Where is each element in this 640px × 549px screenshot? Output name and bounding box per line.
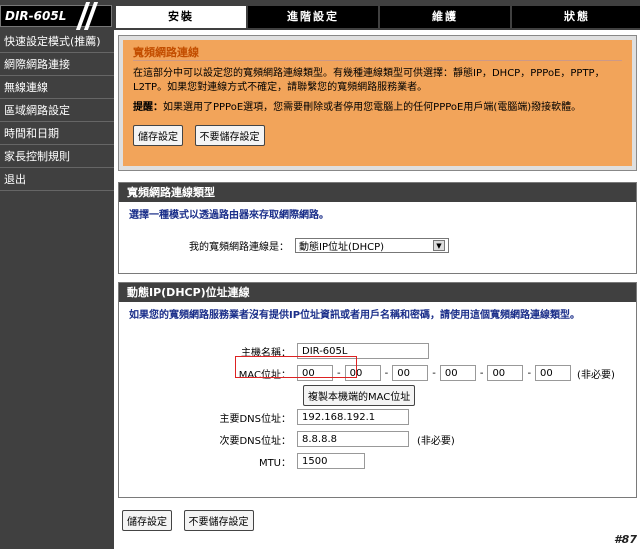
intro-text: 在這部分中可以設定您的寬頻網路連線類型。有幾種連線類型可供選擇：靜態IP，DHC…: [133, 68, 605, 93]
clone-mac-row: 複製本機端的MAC位址: [119, 384, 636, 406]
dont-save-button[interactable]: 不要儲存設定: [194, 125, 265, 146]
dns2-row: 次要DNS位址： 8.8.8.8 (非必要): [119, 428, 636, 450]
mac-octet-3[interactable]: 00: [392, 365, 429, 381]
mac-octet-4[interactable]: 00: [439, 365, 476, 381]
sidebar-item-wireless[interactable]: 無線連線: [0, 76, 114, 99]
tab-advanced[interactable]: 進階設定: [248, 6, 378, 28]
connection-type-title: 寬頻網路連線類型: [119, 183, 636, 202]
mtu-row: MTU： 1500: [119, 450, 636, 472]
intro-buttons: 儲存設定 不要儲存設定: [133, 125, 622, 146]
hostname-row: 主機名稱： DIR-605L: [119, 340, 636, 362]
dns2-label: 次要DNS位址：: [219, 435, 291, 447]
sidebar-item-logout[interactable]: 退出: [0, 168, 114, 191]
dns2-optional-note: (非必要): [417, 435, 455, 447]
sidebar-item-lan[interactable]: 區域網路設定: [0, 99, 114, 122]
router-logo: DIR-605L: [0, 2, 112, 30]
watermark-badge: #87: [614, 533, 637, 546]
intro-panel: 寬頻網路連線 在這部分中可以設定您的寬頻網路連線類型。有幾種連線類型可供選擇：靜…: [118, 35, 637, 171]
dhcp-desc: 如果您的寬頻網路服務業者沒有提供IP位址資訊或者用戶名稱和密碼，請使用這個寬頻網…: [129, 310, 581, 321]
bottom-buttons: 儲存設定 不要儲存設定: [118, 510, 637, 531]
dns1-row: 主要DNS位址： 192.168.192.1: [119, 406, 636, 428]
dns1-label: 主要DNS位址：: [219, 413, 291, 425]
intro-title: 寬頻網路連線: [133, 44, 622, 61]
secondary-dns-input[interactable]: 8.8.8.8: [297, 431, 409, 447]
mac-octet-6[interactable]: 00: [535, 365, 572, 381]
tab-setup[interactable]: 安裝: [116, 6, 246, 28]
save-button[interactable]: 儲存設定: [133, 125, 183, 146]
tab-maintenance[interactable]: 維護: [380, 6, 510, 28]
primary-dns-input[interactable]: 192.168.192.1: [297, 409, 409, 425]
sidebar: 快速設定模式(推薦) 網際網路連接 無線連線 區域網路設定 時間和日期 家長控制…: [0, 30, 114, 549]
connection-type-row: 我的寬頻網路連線是： 動態IP位址(DHCP) ▼: [119, 234, 636, 256]
tab-status[interactable]: 狀態: [512, 6, 640, 28]
sidebar-item-internet[interactable]: 網際網路連接: [0, 53, 114, 76]
mtu-input[interactable]: 1500: [297, 453, 365, 469]
clone-mac-button[interactable]: 複製本機端的MAC位址: [303, 384, 416, 406]
connection-type-panel: 寬頻網路連線類型 選擇一種模式以透過路由器來存取網際網路。 我的寬頻網路連線是：…: [118, 182, 637, 274]
connection-type-value: 動態IP位址(DHCP): [299, 241, 385, 253]
warning-label: 提醒：: [133, 102, 163, 113]
connection-type-label: 我的寬頻網路連線是：: [189, 241, 289, 253]
mac-optional-note: (非必要): [577, 369, 615, 381]
page: DIR-605L 安裝 進階設定 維護 狀態 快速設定模式(推薦) 網際網路連接…: [0, 0, 640, 549]
dont-save-button[interactable]: 不要儲存設定: [183, 510, 254, 531]
connection-type-desc: 選擇一種模式以透過路由器來存取網際網路。: [129, 210, 329, 221]
save-button[interactable]: 儲存設定: [122, 510, 172, 531]
hostname-highlight: [235, 356, 357, 378]
mtu-label: MTU：: [258, 457, 291, 469]
sidebar-item-time[interactable]: 時間和日期: [0, 122, 114, 145]
mac-row: MAC位址： 00- 00- 00- 00- 00- 00 (非必要): [119, 362, 636, 384]
dhcp-panel: 動態IP(DHCP)位址連線 如果您的寬頻網路服務業者沒有提供IP位址資訊或者用…: [118, 282, 637, 498]
warning-text: 如果選用了PPPoE選項，您需要刪除或者停用您電腦上的任何PPPoE用戶端(電腦…: [163, 102, 582, 113]
chevron-down-icon: ▼: [433, 239, 445, 251]
logo-text: DIR-605L: [5, 9, 67, 23]
intro-warning: 提醒：如果選用了PPPoE選項，您需要刪除或者停用您電腦上的任何PPPoE用戶端…: [133, 101, 622, 115]
main-tabs: 安裝 進階設定 維護 狀態: [116, 6, 640, 28]
main-content: 寬頻網路連線 在這部分中可以設定您的寬頻網路連線類型。有幾種連線類型可供選擇：靜…: [118, 30, 637, 531]
sidebar-item-wizard[interactable]: 快速設定模式(推薦): [0, 30, 114, 53]
top-bar: DIR-605L 安裝 進階設定 維護 狀態: [0, 0, 640, 30]
connection-type-select[interactable]: 動態IP位址(DHCP) ▼: [295, 237, 449, 253]
mac-octet-5[interactable]: 00: [487, 365, 524, 381]
sidebar-item-parental[interactable]: 家長控制規則: [0, 145, 114, 168]
dhcp-title: 動態IP(DHCP)位址連線: [119, 283, 636, 302]
